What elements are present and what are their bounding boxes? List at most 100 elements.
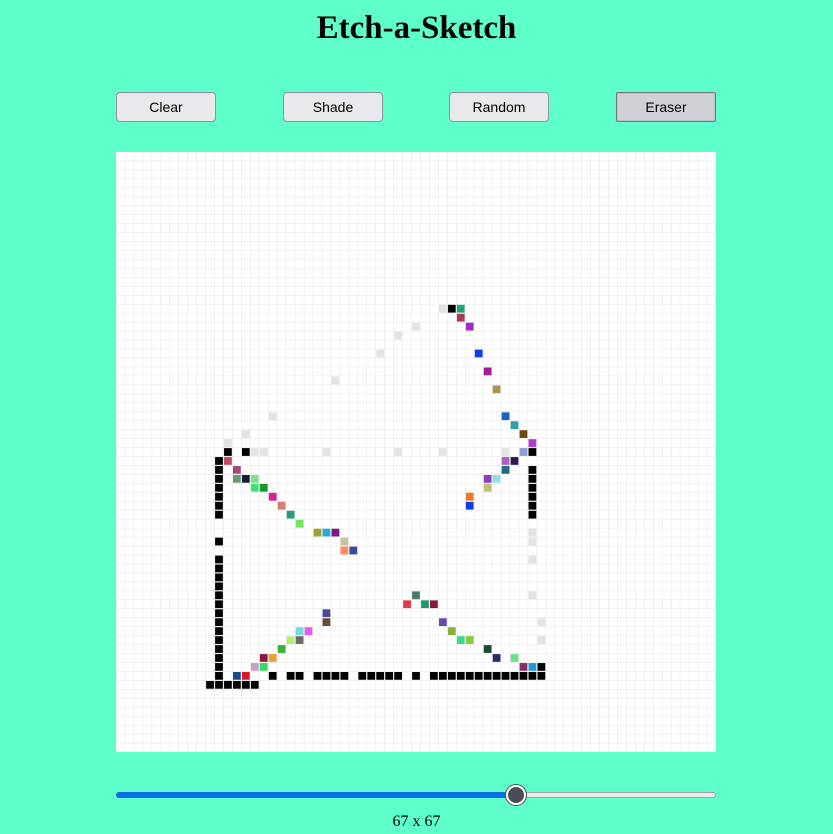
grid-cell[interactable] xyxy=(510,654,519,662)
grid-cell[interactable] xyxy=(224,448,232,456)
grid-cell[interactable] xyxy=(510,421,519,430)
grid-cell[interactable] xyxy=(528,474,537,483)
grid-cell[interactable] xyxy=(465,501,474,510)
grid-cell[interactable] xyxy=(322,618,331,627)
grid-cell[interactable] xyxy=(385,672,394,680)
grid-cell[interactable] xyxy=(206,680,214,689)
grid-cell[interactable] xyxy=(331,528,340,537)
grid-cell[interactable] xyxy=(519,430,528,438)
grid-cell[interactable] xyxy=(233,466,241,474)
shade-button[interactable]: Shade xyxy=(283,92,383,122)
grid-cell[interactable] xyxy=(447,304,456,313)
grid-cell[interactable] xyxy=(215,636,223,644)
grid-cell[interactable] xyxy=(456,636,465,644)
grid-cell[interactable] xyxy=(250,483,259,492)
eraser-button[interactable]: Eraser xyxy=(616,92,716,122)
grid-cell[interactable] xyxy=(215,492,223,501)
grid-cell[interactable] xyxy=(215,600,223,609)
grid-cell[interactable] xyxy=(241,680,250,689)
grid-cell[interactable] xyxy=(349,546,358,555)
grid-cell[interactable] xyxy=(528,501,537,510)
grid-cell[interactable] xyxy=(376,349,385,358)
grid-cell[interactable] xyxy=(528,448,537,456)
grid-cell[interactable] xyxy=(215,555,223,564)
grid-cell[interactable] xyxy=(215,654,223,662)
grid-cell[interactable] xyxy=(376,672,385,680)
grid-cell[interactable] xyxy=(519,448,528,456)
grid-cell[interactable] xyxy=(277,645,286,653)
grid-cell[interactable] xyxy=(295,672,304,680)
grid-cell[interactable] xyxy=(394,448,402,456)
grid-cell[interactable] xyxy=(259,663,268,671)
grid-cell[interactable] xyxy=(483,645,492,653)
grid-cell[interactable] xyxy=(501,466,510,474)
grid-cell[interactable] xyxy=(537,663,546,671)
grid-cell[interactable] xyxy=(537,636,546,644)
grid-cell[interactable] xyxy=(224,439,232,447)
grid-cell[interactable] xyxy=(313,672,322,680)
grid-cell[interactable] xyxy=(233,672,241,680)
random-button[interactable]: Random xyxy=(449,92,549,122)
grid-cell[interactable] xyxy=(250,663,259,671)
grid-cell[interactable] xyxy=(358,672,367,680)
grid-cell[interactable] xyxy=(492,654,501,662)
grid-cell[interactable] xyxy=(215,474,223,483)
grid-cell[interactable] xyxy=(447,672,456,680)
grid-cell[interactable] xyxy=(367,672,376,680)
grid-cell[interactable] xyxy=(537,672,546,680)
grid-cell[interactable] xyxy=(438,618,447,627)
grid-cell[interactable] xyxy=(528,492,537,501)
grid-cell[interactable] xyxy=(456,313,465,322)
grid-cell[interactable] xyxy=(215,591,223,600)
grid-cell[interactable] xyxy=(241,672,250,680)
grid-cell[interactable] xyxy=(259,448,268,456)
grid-cell[interactable] xyxy=(295,519,304,528)
grid-cell[interactable] xyxy=(421,600,429,609)
grid-cell[interactable] xyxy=(215,618,223,627)
grid-cell[interactable] xyxy=(250,680,259,689)
grid-cell[interactable] xyxy=(528,528,537,537)
grid-cell[interactable] xyxy=(492,385,501,394)
grid-cell[interactable] xyxy=(528,483,537,492)
grid-cell[interactable] xyxy=(215,627,223,635)
grid-cell[interactable] xyxy=(215,573,223,582)
grid-cell[interactable] xyxy=(286,510,295,519)
grid-cell[interactable] xyxy=(528,672,537,680)
grid-cell[interactable] xyxy=(528,537,537,546)
grid-cell[interactable] xyxy=(215,609,223,618)
grid-cell[interactable] xyxy=(438,304,447,313)
grid-cell[interactable] xyxy=(438,448,447,456)
grid-cell[interactable] xyxy=(510,457,519,465)
grid-cell[interactable] xyxy=(215,466,223,474)
grid-cell[interactable] xyxy=(259,654,268,662)
grid-cell[interactable] xyxy=(403,600,411,609)
grid-cell[interactable] xyxy=(340,546,349,555)
grid-cell[interactable] xyxy=(465,322,474,331)
grid-cell[interactable] xyxy=(492,672,501,680)
grid-cell[interactable] xyxy=(250,448,259,456)
grid-cell[interactable] xyxy=(331,672,340,680)
grid-cell[interactable] xyxy=(528,555,537,564)
grid-cell[interactable] xyxy=(528,510,537,519)
grid-cell[interactable] xyxy=(322,448,331,456)
grid-cell[interactable] xyxy=(250,474,259,483)
grid-cell[interactable] xyxy=(465,636,474,644)
grid-cell[interactable] xyxy=(447,627,456,635)
grid-cell[interactable] xyxy=(322,672,331,680)
grid-cell[interactable] xyxy=(268,654,277,662)
grid-cell[interactable] xyxy=(268,672,277,680)
grid-cell[interactable] xyxy=(215,483,223,492)
grid-cell[interactable] xyxy=(501,412,510,421)
grid-cell[interactable] xyxy=(286,672,295,680)
grid-cell[interactable] xyxy=(268,412,277,421)
grid-cell[interactable] xyxy=(215,501,223,510)
grid-cell[interactable] xyxy=(412,322,420,331)
grid-cell[interactable] xyxy=(215,680,223,689)
grid-cell[interactable] xyxy=(215,537,223,546)
slider-thumb[interactable] xyxy=(506,785,526,805)
grid-cell[interactable] xyxy=(295,627,304,635)
grid-cell[interactable] xyxy=(277,501,286,510)
grid-cell[interactable] xyxy=(510,672,519,680)
grid-cell[interactable] xyxy=(430,672,438,680)
grid-cell[interactable] xyxy=(456,672,465,680)
